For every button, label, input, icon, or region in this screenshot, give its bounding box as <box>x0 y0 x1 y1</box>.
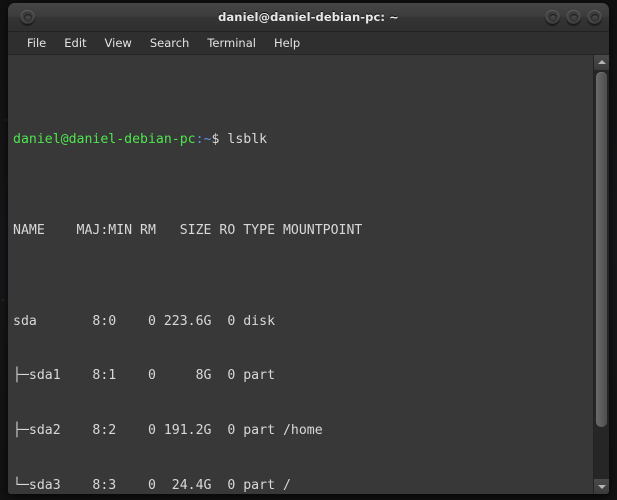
terminal-output[interactable]: daniel@daniel-debian-pc:~$ lsblk NAME MA… <box>8 55 593 494</box>
menu-item-file[interactable]: File <box>18 34 55 53</box>
minimize-button[interactable] <box>545 10 560 25</box>
menu-item-edit[interactable]: Edit <box>55 34 95 53</box>
scrollbar-track[interactable] <box>594 70 609 479</box>
lsblk-row: └─sda3 8:3 0 24.4G 0 part / <box>13 477 291 493</box>
menu-item-terminal[interactable]: Terminal <box>198 34 265 53</box>
close-button[interactable] <box>587 10 602 25</box>
terminal-body: daniel@daniel-debian-pc:~$ lsblk NAME MA… <box>8 55 609 494</box>
prompt-symbol: $ <box>211 131 228 147</box>
lsblk-row: ├─sda1 8:1 0 8G 0 part <box>13 368 283 384</box>
scrollbar-thumb[interactable] <box>596 72 607 427</box>
chevron-up-icon <box>597 60 606 64</box>
lsblk-row: sda 8:0 0 223.6G 0 disk <box>13 313 283 329</box>
menu-item-search[interactable]: Search <box>141 34 199 53</box>
window-menu-button[interactable] <box>20 10 35 25</box>
menu-item-help[interactable]: Help <box>265 34 309 53</box>
window-title: daniel@daniel-debian-pc: ~ <box>218 10 399 24</box>
maximize-button[interactable] <box>566 10 581 25</box>
terminal-command-line: daniel@daniel-debian-pc:~$ lsblk <box>13 131 593 149</box>
prompt-path: :~ <box>195 131 212 147</box>
prompt-user-host: daniel@daniel-debian-pc <box>13 131 196 147</box>
scroll-down-button[interactable] <box>594 479 609 494</box>
menu-item-view[interactable]: View <box>96 34 141 53</box>
terminal-window: daniel@daniel-debian-pc: ~ File Edit Vie… <box>8 3 609 494</box>
scroll-up-button[interactable] <box>594 55 609 70</box>
terminal-command: lsblk <box>227 131 268 147</box>
desktop-background: daniel@daniel-debian-pc: ~ File Edit Vie… <box>0 0 617 500</box>
lsblk-header-row: NAME MAJ:MIN RM SIZE RO TYPE MOUNTPOINT <box>13 222 363 238</box>
window-titlebar[interactable]: daniel@daniel-debian-pc: ~ <box>8 3 609 32</box>
chevron-down-icon <box>597 485 606 489</box>
terminal-scrollbar[interactable] <box>593 55 609 494</box>
menubar: File Edit View Search Terminal Help <box>8 32 609 55</box>
lsblk-row: ├─sda2 8:2 0 191.2G 0 part /home <box>13 423 323 439</box>
